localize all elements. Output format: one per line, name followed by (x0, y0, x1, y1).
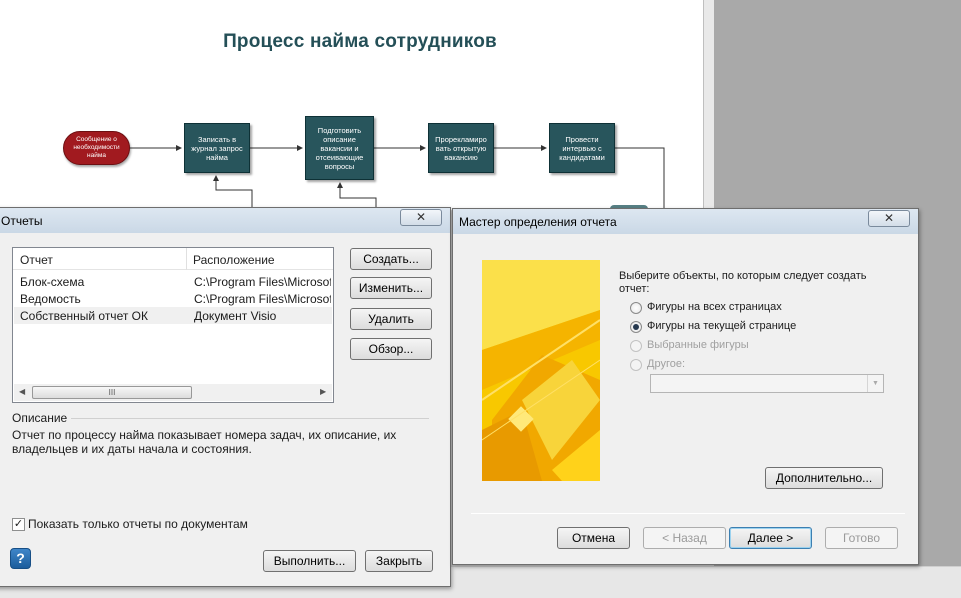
scroll-right-icon[interactable]: ▶ (320, 387, 326, 396)
create-button[interactable]: Создать... (350, 248, 432, 270)
report-location: C:\Program Files\Microsoft (194, 275, 331, 289)
process-step-prepare-description[interactable]: Подготовить описание вакансии и отсеиваю… (305, 116, 374, 180)
reports-titlebar[interactable]: Отчеты ✕ (0, 208, 450, 233)
report-wizard-dialog: Мастер определения отчета ✕ Выберите объ… (452, 208, 919, 565)
docs-only-checkbox[interactable]: ✓ (12, 518, 25, 531)
table-row-selected[interactable]: Собственный отчет ОК Документ Visio (14, 307, 332, 324)
back-button[interactable]: < Назад (643, 527, 726, 549)
report-name: Блок-схема (20, 275, 85, 289)
wizard-dialog-title: Мастер определения отчета (459, 215, 617, 229)
reports-dialog: Отчеты ✕ Отчет Расположение Блок-схема C… (0, 207, 451, 587)
wizard-prompt: Выберите объекты, по которым следует соз… (619, 270, 867, 295)
report-name: Собственный отчет ОК (20, 309, 148, 323)
reports-client-area: Отчет Расположение Блок-схема C:\Program… (1, 233, 444, 580)
radio-all-pages-label[interactable]: Фигуры на всех страницах (647, 301, 782, 313)
process-step-interview[interactable]: Провести интервью с кандидатами (549, 123, 615, 173)
next-button[interactable]: Далее > (729, 527, 812, 549)
start-event-oval[interactable]: Сообщение о необходимости найма (63, 131, 130, 165)
horizontal-scrollbar[interactable]: ◀ III ▶ (14, 384, 332, 401)
description-divider (71, 418, 429, 419)
table-row[interactable]: Блок-схема C:\Program Files\Microsoft (14, 273, 332, 290)
process-step-label: Подготовить описание вакансии и отсеиваю… (315, 125, 364, 171)
column-divider[interactable] (186, 248, 187, 270)
description-label: Описание (12, 411, 68, 425)
cancel-button[interactable]: Отмена (557, 527, 630, 549)
browse-button[interactable]: Обзор... (350, 338, 432, 360)
column-header-report[interactable]: Отчет (20, 253, 53, 267)
reports-dialog-title: Отчеты (1, 214, 43, 228)
radio-all-pages[interactable] (630, 302, 642, 314)
radio-current-page[interactable] (630, 321, 642, 333)
close-button[interactable]: Закрыть (365, 550, 433, 572)
reports-list-header: Отчет Расположение (13, 248, 333, 270)
chevron-down-icon[interactable]: ▼ (867, 375, 883, 392)
wizard-client-area: Выберите объекты, по которым следует соз… (459, 234, 912, 558)
wizard-close-button[interactable]: ✕ (868, 210, 910, 227)
process-step-advertise-vacancy[interactable]: Прорекламиро вать открытую вакансию (428, 123, 494, 173)
docs-only-label[interactable]: Показать только отчеты по документам (28, 517, 248, 531)
radio-selected-shapes-label[interactable]: Выбранные фигуры (647, 339, 749, 351)
help-icon[interactable]: ? (10, 548, 31, 569)
scroll-thumb[interactable]: III (32, 386, 192, 399)
column-header-location[interactable]: Расположение (193, 253, 275, 267)
grip-icon: III (108, 388, 116, 397)
wizard-illustration (482, 260, 600, 481)
wizard-titlebar[interactable]: Мастер определения отчета ✕ (453, 209, 918, 234)
checkmark-icon: ✓ (13, 518, 24, 530)
scroll-left-icon[interactable]: ◀ (19, 387, 25, 396)
close-icon: ✕ (883, 211, 895, 225)
radio-other-label[interactable]: Другое: (647, 358, 685, 370)
finish-button[interactable]: Готово (825, 527, 898, 549)
wizard-divider (471, 513, 905, 514)
report-location: Документ Visio (194, 309, 277, 323)
radio-selected-shapes[interactable] (630, 340, 642, 352)
other-select[interactable]: ▼ (650, 374, 884, 393)
report-location: C:\Program Files\Microsoft (194, 292, 331, 306)
process-step-label: Провести интервью с кандидатами (559, 134, 605, 162)
report-name: Ведомость (20, 292, 81, 306)
radio-current-page-label[interactable]: Фигуры на текущей странице (647, 320, 796, 332)
edit-button[interactable]: Изменить... (350, 277, 432, 299)
start-event-label: Сообщение о необходимости найма (73, 136, 120, 159)
close-icon: ✕ (415, 210, 427, 224)
process-step-label: Записать в журнал запрос найма (191, 134, 243, 162)
table-row[interactable]: Ведомость C:\Program Files\Microsoft (14, 290, 332, 307)
delete-button[interactable]: Удалить (350, 308, 432, 330)
help-glyph: ? (16, 550, 25, 566)
process-step-log-request[interactable]: Записать в журнал запрос найма (184, 123, 250, 173)
reports-list[interactable]: Отчет Расположение Блок-схема C:\Program… (12, 247, 334, 403)
description-text: Отчет по процессу найма показывает номер… (12, 428, 397, 456)
radio-other[interactable] (630, 359, 642, 371)
reports-close-button[interactable]: ✕ (400, 209, 442, 226)
run-button[interactable]: Выполнить... (263, 550, 356, 572)
process-step-label: Прорекламиро вать открытую вакансию (435, 134, 487, 162)
advanced-button[interactable]: Дополнительно... (765, 467, 883, 489)
